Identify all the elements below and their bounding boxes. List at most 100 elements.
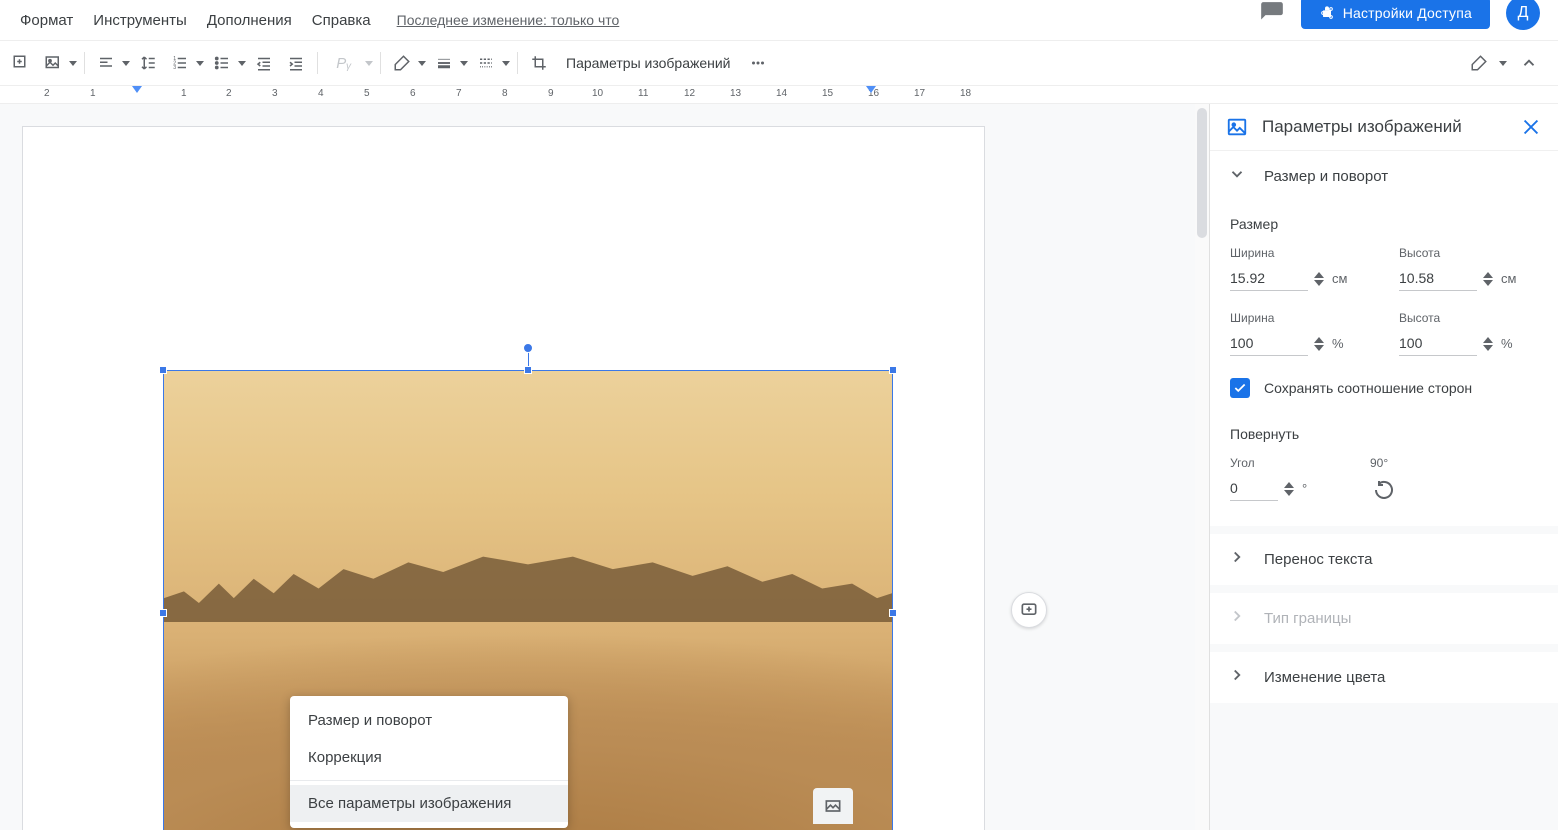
dropdown-icon[interactable] [195, 61, 205, 66]
width-label: Ширина [1230, 311, 1369, 325]
height-pct-input[interactable] [1399, 331, 1477, 356]
indent-right-marker[interactable] [866, 86, 876, 93]
separator [317, 52, 318, 74]
resize-handle-tl[interactable] [159, 366, 167, 374]
vertical-scrollbar[interactable] [1195, 104, 1209, 830]
resize-handle-tm[interactable] [524, 366, 532, 374]
stepper-icon[interactable] [1483, 336, 1493, 352]
indent-icon[interactable] [281, 48, 311, 78]
image-options-button[interactable]: Параметры изображений [556, 55, 741, 71]
stepper-icon[interactable] [1483, 271, 1493, 287]
panel-header: Параметры изображений [1210, 104, 1558, 151]
section-text-wrap: Перенос текста [1210, 534, 1558, 585]
menu-tools[interactable]: Инструменты [83, 6, 197, 35]
width-cm-input[interactable] [1230, 266, 1308, 291]
canvas[interactable]: Размер и поворот Коррекция Все параметры… [0, 104, 1209, 830]
svg-text:3: 3 [173, 65, 176, 71]
share-button[interactable]: Настройки Доступа [1301, 0, 1490, 29]
border-dash-icon[interactable] [471, 48, 501, 78]
scrollbar-thumb[interactable] [1197, 108, 1207, 238]
context-menu: Размер и поворот Коррекция Все параметры… [290, 696, 568, 828]
chevron-right-icon [1228, 548, 1248, 571]
panel-title: Параметры изображений [1262, 117, 1506, 137]
stepper-icon[interactable] [1314, 336, 1324, 352]
width-pct-input[interactable] [1230, 331, 1308, 356]
ruler-tick: 18 [960, 88, 971, 99]
image-insert-icon[interactable] [38, 48, 68, 78]
stepper-icon[interactable] [1284, 481, 1294, 497]
ruler-tick: 1 [90, 88, 96, 99]
section-label: Изменение цвета [1264, 669, 1385, 686]
align-icon[interactable] [91, 48, 121, 78]
section-text-wrap-header[interactable]: Перенос текста [1210, 534, 1558, 585]
line-spacing-icon[interactable] [133, 48, 163, 78]
border-weight-icon[interactable] [429, 48, 459, 78]
resize-handle-ml[interactable] [159, 609, 167, 617]
resize-handle-mr[interactable] [889, 609, 897, 617]
ruler-tick: 17 [914, 88, 925, 99]
collapse-icon[interactable] [1514, 48, 1544, 78]
numbered-list-icon[interactable]: 123 [165, 48, 195, 78]
section-size-rotate-header[interactable]: Размер и поворот [1210, 151, 1558, 202]
section-label: Тип границы [1264, 610, 1351, 627]
ctx-all-image-options[interactable]: Все параметры изображения [290, 785, 568, 822]
dropdown-icon[interactable] [68, 61, 78, 66]
dropdown-icon[interactable] [237, 61, 247, 66]
ruler-tick: 11 [638, 88, 648, 99]
menu-format[interactable]: Формат [10, 6, 83, 35]
unit-cm: см [1501, 271, 1516, 286]
menu-help[interactable]: Справка [302, 6, 381, 35]
section-border-type: Тип границы [1210, 593, 1558, 644]
ruler[interactable]: 2 1 1 2 3 4 5 6 7 8 9 10 11 12 13 14 15 … [0, 86, 1558, 104]
unit-pct: % [1332, 336, 1344, 351]
ruler-tick: 9 [548, 88, 554, 99]
ctx-adjustments[interactable]: Коррекция [290, 739, 568, 776]
unit-deg: ° [1302, 481, 1307, 496]
chevron-right-icon [1228, 666, 1248, 689]
ruler-tick: 6 [410, 88, 416, 99]
ruler-tick: 12 [684, 88, 695, 99]
dropdown-icon[interactable] [501, 61, 511, 66]
insert-icon[interactable] [6, 48, 36, 78]
toolbar: 123 Рᵧ Параметры изображений [0, 40, 1558, 86]
dropdown-icon[interactable] [121, 61, 131, 66]
angle-input[interactable] [1230, 476, 1278, 501]
stepper-icon[interactable] [1314, 271, 1324, 287]
lock-ratio-checkbox[interactable] [1230, 378, 1250, 398]
ctx-size-rotate[interactable]: Размер и поворот [290, 702, 568, 739]
add-comment-fab[interactable] [1011, 592, 1047, 628]
clear-format-icon[interactable]: Рᵧ [324, 48, 364, 78]
comments-icon[interactable] [1259, 0, 1285, 26]
crop-icon[interactable] [524, 48, 554, 78]
ruler-tick: 3 [272, 88, 278, 99]
menu-addons[interactable]: Дополнения [197, 6, 302, 35]
dropdown-icon[interactable] [1498, 61, 1508, 66]
ruler-tick: 8 [502, 88, 508, 99]
resize-handle-tr[interactable] [889, 366, 897, 374]
last-edit-link[interactable]: Последнее изменение: только что [397, 12, 620, 28]
bulleted-list-icon[interactable] [207, 48, 237, 78]
image-options-panel: Параметры изображений Размер и поворот Р… [1209, 104, 1558, 830]
rotation-handle[interactable] [523, 343, 533, 353]
explore-button[interactable] [813, 788, 853, 824]
outdent-icon[interactable] [249, 48, 279, 78]
editing-mode-icon[interactable] [1464, 48, 1494, 78]
border-color-icon[interactable] [387, 48, 417, 78]
close-icon[interactable] [1520, 116, 1542, 138]
dropdown-icon[interactable] [459, 61, 469, 66]
dropdown-icon[interactable] [364, 61, 374, 66]
unit-cm: см [1332, 271, 1347, 286]
ruler-tick: 7 [456, 88, 462, 99]
ruler-tick: 10 [592, 88, 603, 99]
height-cm-input[interactable] [1399, 266, 1477, 291]
dropdown-icon[interactable] [417, 61, 427, 66]
indent-left-marker[interactable] [132, 86, 142, 93]
rotate90-label: 90° [1370, 456, 1450, 470]
section-recolor-header[interactable]: Изменение цвета [1210, 652, 1558, 703]
lock-ratio-label: Сохранять соотношение сторон [1264, 380, 1472, 396]
rotate-90-icon[interactable] [1370, 476, 1398, 504]
ruler-tick: 14 [776, 88, 787, 99]
avatar[interactable]: Д [1506, 0, 1540, 30]
more-icon[interactable] [743, 48, 773, 78]
section-border-type-header[interactable]: Тип границы [1210, 593, 1558, 644]
